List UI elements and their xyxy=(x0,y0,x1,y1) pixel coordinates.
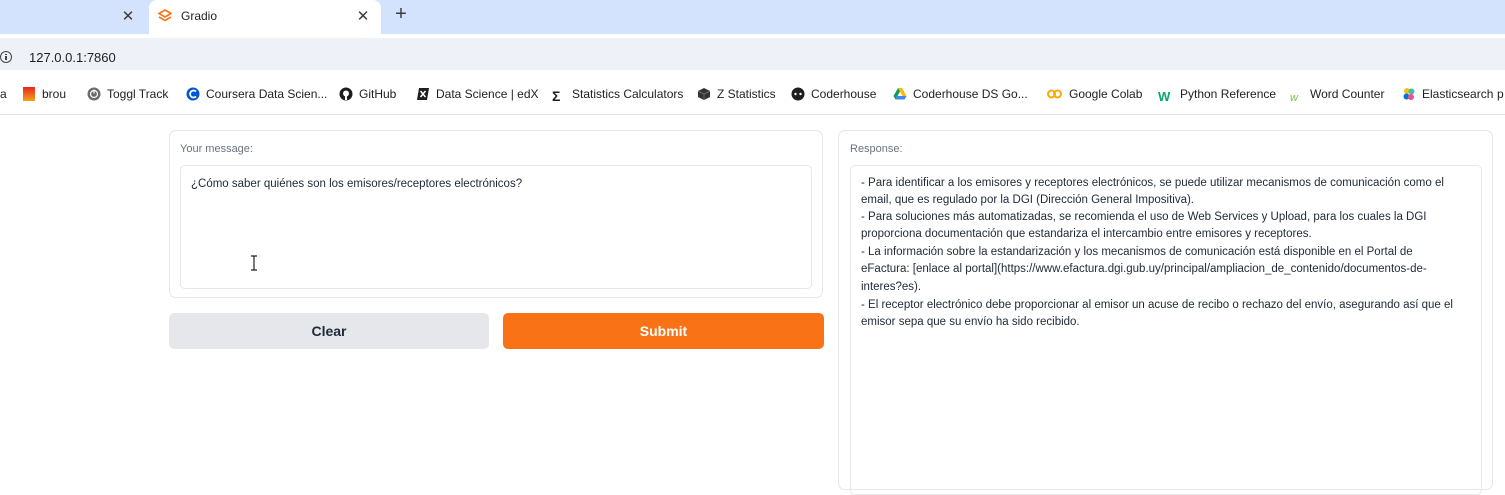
new-tab-button[interactable]: + xyxy=(392,3,410,26)
gradio-favicon-icon xyxy=(158,9,172,22)
word-counter-icon: w xyxy=(1290,92,1298,104)
response-line: eFactura: [enlace al portal](https://www… xyxy=(861,263,1427,275)
bookmark-coderhouse-ds[interactable]: Coderhouse DS Go... xyxy=(893,87,1028,101)
bookmark-elasticsearch[interactable]: Elasticsearch xyxy=(1402,87,1493,101)
bookmarks-bar: a brou Toggl Track Coursera Data Scien..… xyxy=(0,76,1505,115)
message-textarea[interactable]: ¿Cómo saber quiénes son los emisores/rec… xyxy=(180,165,812,289)
message-panel: Your message: ¿Cómo saber quiénes son lo… xyxy=(169,130,823,298)
tab-title: Gradio xyxy=(181,9,218,23)
text-cursor-icon xyxy=(251,255,257,271)
site-info-icon[interactable] xyxy=(0,51,12,63)
coursera-icon xyxy=(186,87,200,101)
response-label: Response: xyxy=(850,143,903,155)
message-label: Your message: xyxy=(180,143,253,155)
bookmark-brou[interactable]: brou xyxy=(22,87,66,101)
response-line: - Para identificar a los emisores y rece… xyxy=(861,177,1444,189)
response-line: proporciona documentación que estandariz… xyxy=(861,228,1312,240)
response-line: - El receptor electrónico debe proporcio… xyxy=(861,299,1453,311)
tab-strip: ✕ Gradio ✕ + xyxy=(0,0,1505,34)
response-panel: Response: - Para identificar a los emiso… xyxy=(838,130,1493,495)
bookmark-toggl[interactable]: Toggl Track xyxy=(87,87,168,101)
bookmark-statistics-calculators[interactable]: Σ Statistics Calculators xyxy=(552,87,683,103)
bookmark-word-counter[interactable]: w Word Counter xyxy=(1290,87,1384,105)
google-drive-icon xyxy=(893,88,907,100)
clear-button[interactable]: Clear xyxy=(169,313,489,349)
url-text[interactable]: 127.0.0.1:7860 xyxy=(29,50,116,65)
bookmark-coursera[interactable]: Coursera Data Scien... xyxy=(186,87,327,101)
colab-icon xyxy=(1047,89,1062,99)
message-text: ¿Cómo saber quiénes son los emisores/rec… xyxy=(191,178,523,190)
address-bar xyxy=(0,34,1505,76)
close-tab-icon[interactable]: ✕ xyxy=(355,7,371,25)
response-line: interes?es). xyxy=(861,281,922,293)
response-line: - Para soluciones más automatizadas, se … xyxy=(861,211,1427,223)
brou-logo-icon xyxy=(23,87,35,101)
sigma-icon: Σ xyxy=(552,88,561,104)
elasticsearch-icon xyxy=(1403,88,1415,100)
bookmark-github[interactable]: GitHub xyxy=(339,87,396,101)
omnibox[interactable] xyxy=(0,38,1505,70)
bookmark-google-colab[interactable]: Google Colab xyxy=(1046,87,1142,101)
tab-gradio[interactable]: Gradio ✕ xyxy=(149,0,381,34)
coderhouse-icon xyxy=(791,87,805,101)
bookmark-fragment-left[interactable]: a xyxy=(0,87,7,101)
response-line: email, que es regulado por la DGI (Direc… xyxy=(861,194,1195,206)
response-line: emisor sepa que su envío ha sido recibid… xyxy=(861,316,1080,328)
bookmark-z-statistics[interactable]: Z Statistics xyxy=(697,87,776,101)
bookmark-python-reference[interactable]: W Python Reference xyxy=(1158,87,1276,104)
cube-icon xyxy=(697,88,711,100)
response-line: - La información sobre la estandarizació… xyxy=(861,246,1413,258)
github-icon xyxy=(339,87,353,101)
response-textarea[interactable]: - Para identificar a los emisores y rece… xyxy=(850,165,1482,495)
tab-previous[interactable]: ✕ xyxy=(0,0,148,34)
w3schools-icon: W xyxy=(1158,89,1171,104)
bookmark-edx[interactable]: Data Science | edX xyxy=(416,87,539,101)
bookmark-coderhouse[interactable]: Coderhouse xyxy=(791,87,876,101)
bookmark-fragment-right[interactable]: p xyxy=(1497,87,1504,101)
submit-button[interactable]: Submit xyxy=(503,313,824,349)
toggl-icon xyxy=(87,87,101,101)
edx-icon xyxy=(417,88,429,100)
close-tab-icon[interactable]: ✕ xyxy=(120,7,136,25)
